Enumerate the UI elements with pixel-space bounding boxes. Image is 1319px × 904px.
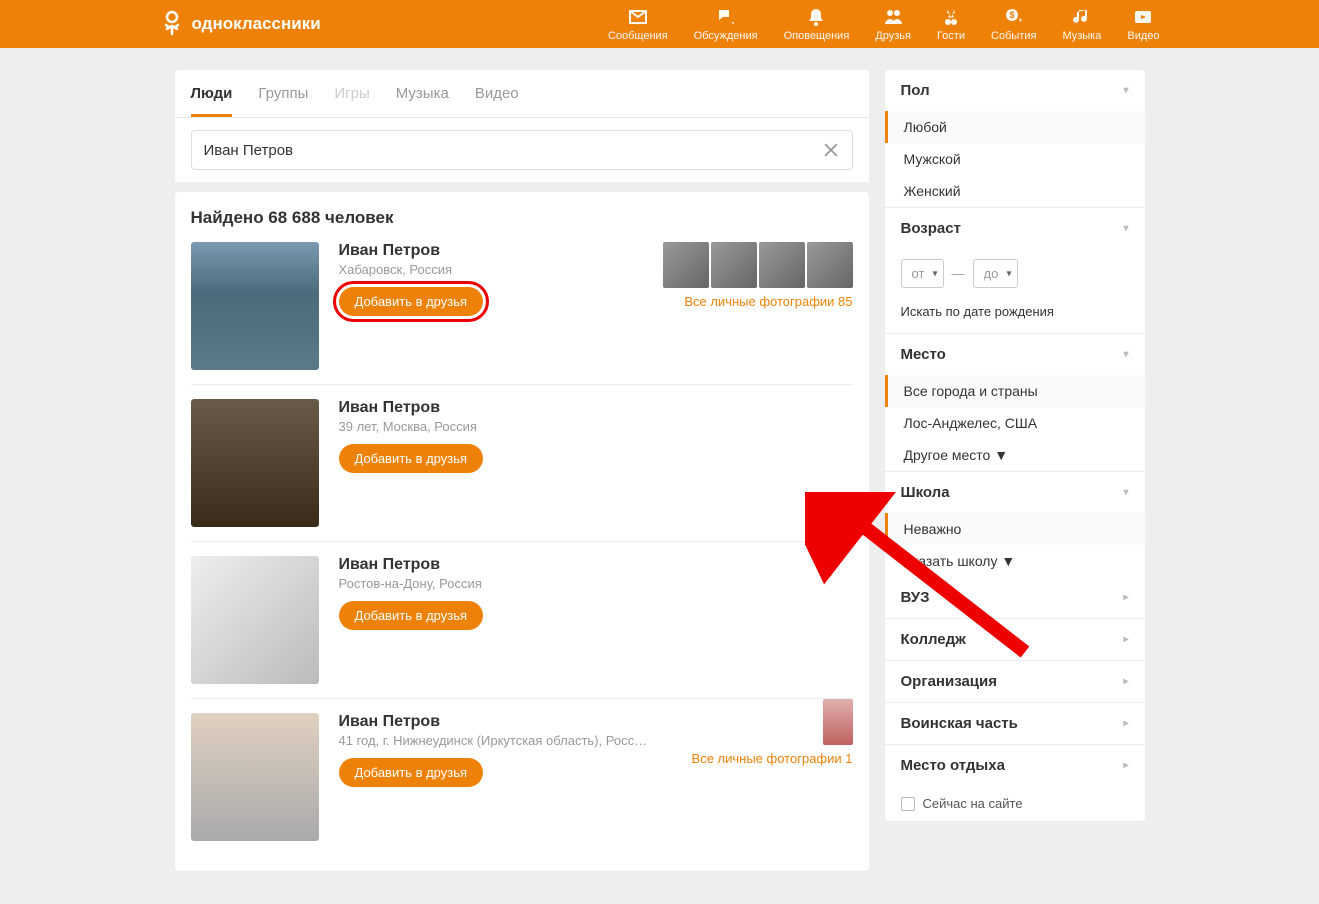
result-item: Иван ПетровХабаровск, РоссияДобавить в д…	[191, 242, 853, 384]
avatar[interactable]	[191, 399, 319, 527]
nav-guests[interactable]: Гости	[937, 6, 965, 42]
age-from-select[interactable]: от	[901, 259, 944, 288]
filter-section-Организация[interactable]: Организация▸	[885, 660, 1145, 702]
tab-Игры[interactable]: Игры	[334, 70, 369, 117]
result-item: Иван Петров 39 лет, Москва, Россия Добавит…	[191, 384, 853, 541]
all-photos-link[interactable]: Все личные фотографии 1	[692, 751, 853, 766]
filter-section-Воинская часть[interactable]: Воинская часть▸	[885, 702, 1145, 744]
results-count: Найдено 68 688 человек	[191, 208, 853, 228]
age-to-select[interactable]: до	[973, 259, 1018, 288]
filter-place-head[interactable]: Место▾	[885, 333, 1145, 375]
search-tabs: Люди Группы Игры Музыка Видео	[175, 70, 869, 118]
search-box	[191, 130, 853, 170]
clear-icon[interactable]	[822, 141, 840, 159]
gender-opt[interactable]: Женский	[885, 175, 1145, 207]
gender-opt[interactable]: Мужской	[885, 143, 1145, 175]
nav-messages[interactable]: Сообщения	[608, 6, 668, 42]
nav-notifications-icon	[805, 6, 827, 28]
checkbox-icon	[901, 797, 915, 811]
search-input[interactable]	[204, 142, 822, 159]
search-by-birth[interactable]: Искать по дате рождения	[885, 298, 1145, 333]
result-item: Иван Петров41 год, г. Нижнеудинск (Иркут…	[191, 698, 853, 855]
add-friend-button[interactable]: Добавить в друзья	[339, 758, 484, 787]
filter-age-head[interactable]: Возраст▾	[885, 207, 1145, 249]
result-item: Иван Петров Ростов-на-Дону, Россия Добавит…	[191, 541, 853, 698]
nav-discussions[interactable]: Обсуждения	[694, 6, 758, 42]
tab-Музыка[interactable]: Музыка	[396, 70, 449, 117]
result-location: Ростов-на-Дону, Россия	[339, 576, 853, 591]
add-friend-button[interactable]: Добавить в друзья	[339, 287, 484, 316]
photo-thumb[interactable]	[823, 699, 853, 745]
photo-thumb[interactable]	[759, 242, 805, 288]
nav-video[interactable]: Видео	[1127, 6, 1159, 42]
filter-gender-head[interactable]: Пол▾	[885, 70, 1145, 111]
place-opt[interactable]: Лос-Анджелес, США	[885, 407, 1145, 439]
tab-Люди[interactable]: Люди	[191, 70, 233, 117]
header: одноклассники Сообщения Обсуждения Оповеще…	[0, 0, 1319, 48]
result-name[interactable]: Иван Петров	[339, 399, 853, 417]
online-now-checkbox[interactable]: Сейчас на сайте	[885, 786, 1145, 821]
place-opt[interactable]: Все города и страны	[885, 375, 1145, 407]
filter-section-Колледж[interactable]: Колледж▸	[885, 618, 1145, 660]
brand-text: одноклассники	[192, 14, 321, 34]
svg-text:$: $	[1009, 10, 1014, 20]
add-friend-button[interactable]: Добавить в друзья	[339, 444, 484, 473]
filters: Пол▾ ЛюбойМужскойЖенский Возраст▾ от — д…	[885, 70, 1145, 821]
school-opt[interactable]: Неважно	[885, 513, 1145, 545]
tab-Видео[interactable]: Видео	[475, 70, 519, 117]
nav-music-icon	[1071, 6, 1093, 28]
result-name[interactable]: Иван Петров	[339, 556, 853, 574]
filter-section-ВУЗ[interactable]: ВУЗ▸	[885, 577, 1145, 618]
logo[interactable]: одноклассники	[160, 10, 321, 38]
nav-video-icon	[1132, 6, 1154, 28]
ok-logo-icon	[160, 10, 184, 38]
photo-thumb[interactable]	[711, 242, 757, 288]
nav-notifications[interactable]: Оповещения	[784, 6, 850, 42]
nav-events[interactable]: $События	[991, 6, 1036, 42]
nav-friends-icon	[882, 6, 904, 28]
nav-discussions-icon	[715, 6, 737, 28]
tab-Группы[interactable]: Группы	[258, 70, 308, 117]
avatar[interactable]	[191, 556, 319, 684]
gender-opt[interactable]: Любой	[885, 111, 1145, 143]
nav-guests-icon	[940, 6, 962, 28]
nav-friends[interactable]: Друзья	[875, 6, 911, 42]
filter-section-Место отдыха[interactable]: Место отдыха▸	[885, 744, 1145, 786]
nav-music[interactable]: Музыка	[1062, 6, 1101, 42]
nav-messages-icon	[627, 6, 649, 28]
result-location: 39 лет, Москва, Россия	[339, 419, 853, 434]
photo-thumb[interactable]	[807, 242, 853, 288]
all-photos-link[interactable]: Все личные фотографии 85	[684, 294, 852, 309]
add-friend-button[interactable]: Добавить в друзья	[339, 601, 484, 630]
nav-events-icon: $	[1003, 6, 1025, 28]
photo-thumb[interactable]	[663, 242, 709, 288]
place-other[interactable]: Другое место ▼	[885, 439, 1145, 471]
avatar[interactable]	[191, 713, 319, 841]
school-other[interactable]: Указать школу ▼	[885, 545, 1145, 577]
filter-school-head[interactable]: Школа▾	[885, 471, 1145, 513]
avatar[interactable]	[191, 242, 319, 370]
